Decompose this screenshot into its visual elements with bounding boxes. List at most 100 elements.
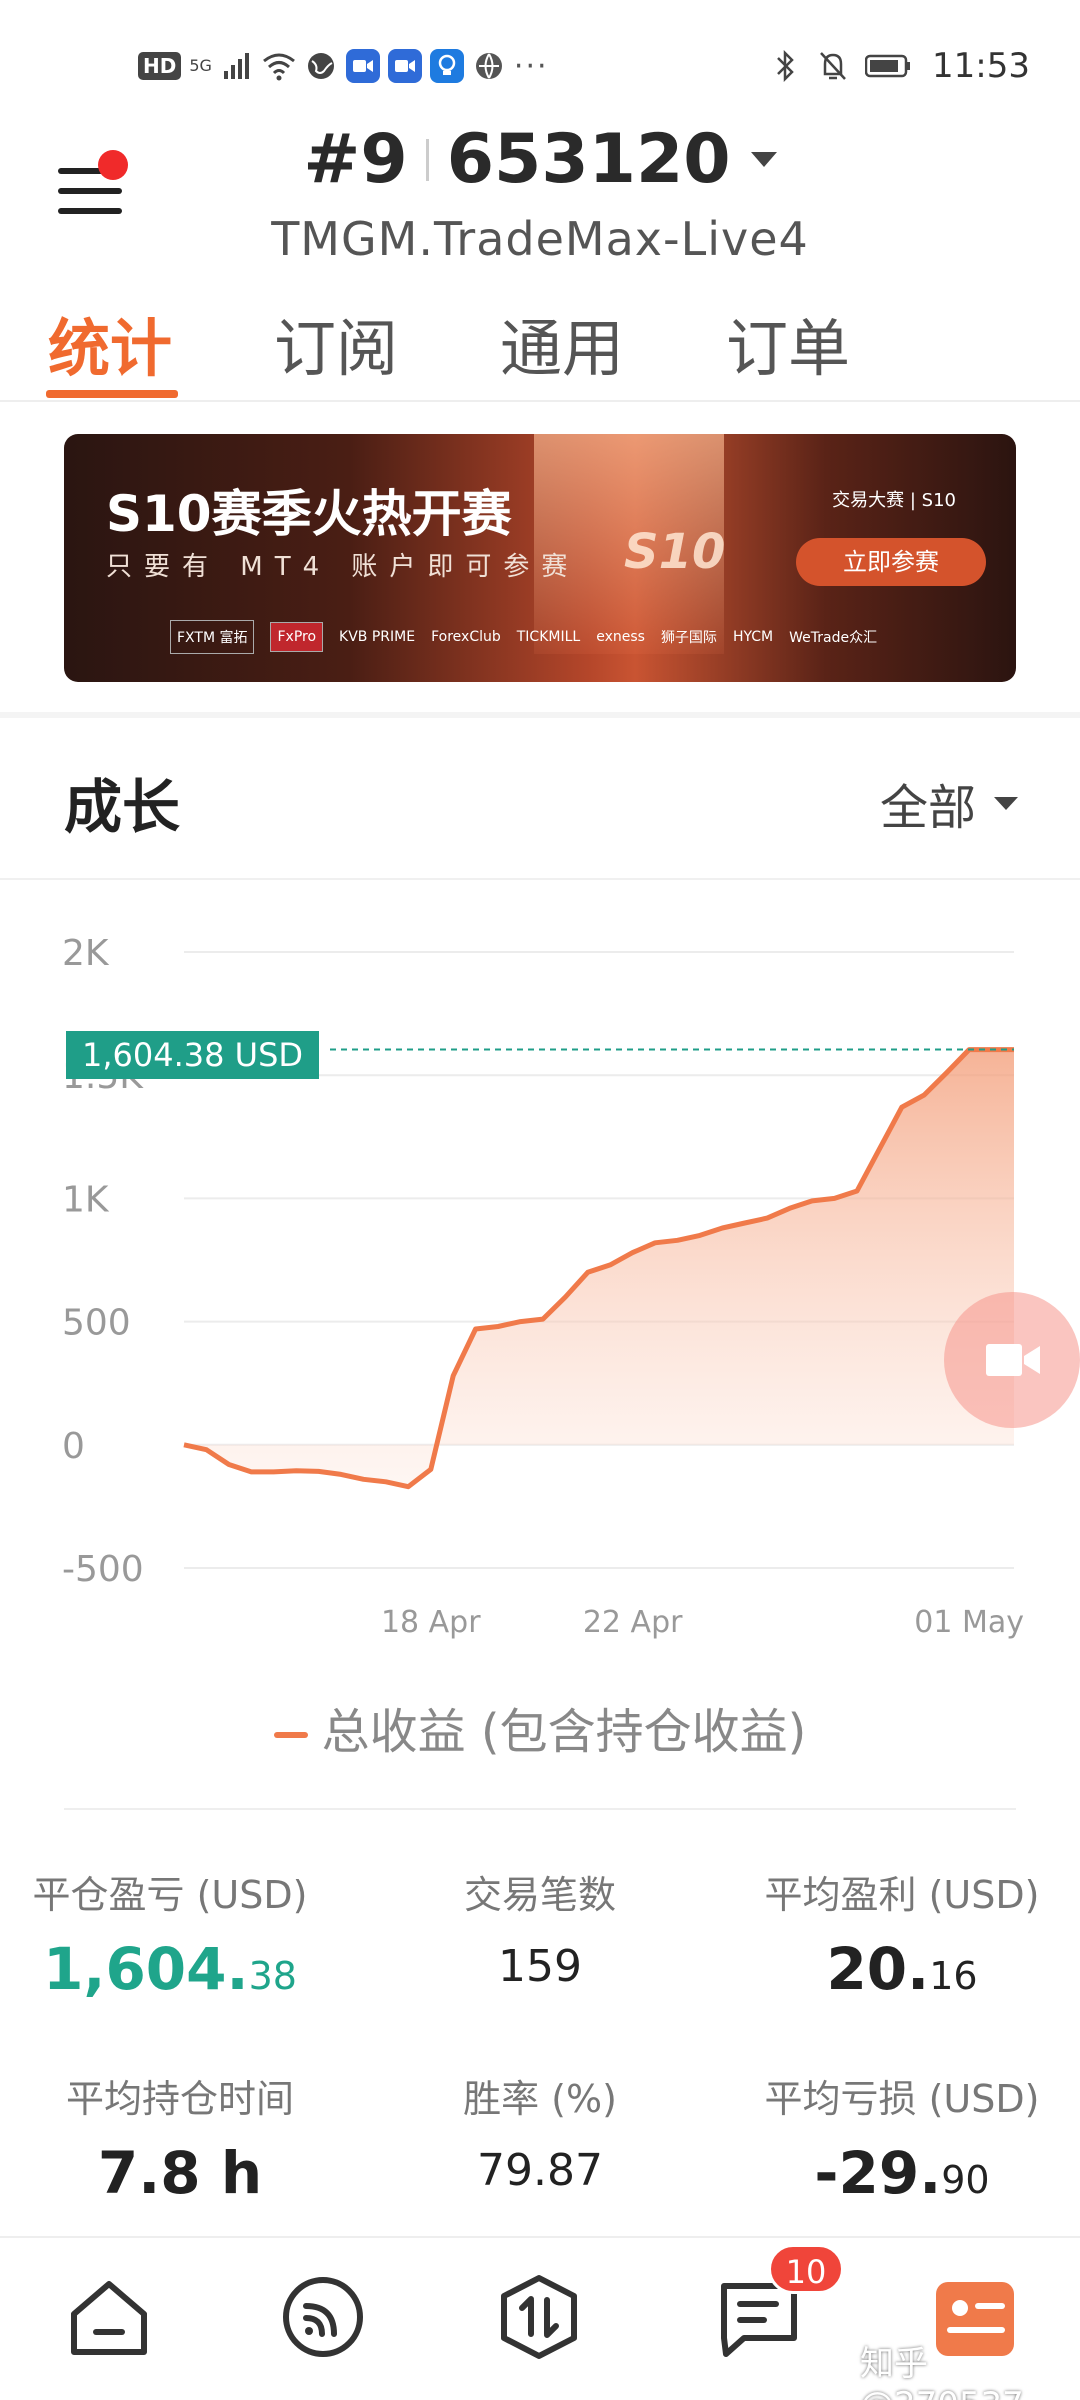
section-divider: [0, 878, 1080, 880]
stat-value-main: 20.: [826, 1935, 930, 2003]
x-tick-label: 01 May: [914, 1605, 1024, 1640]
stat-label: 胜率 (%): [463, 2077, 617, 2121]
section-divider: [0, 712, 1080, 718]
title-divider: [425, 138, 429, 181]
stat-label: 平均亏损 (USD): [764, 2077, 1040, 2121]
y-tick-label: 500: [62, 1303, 131, 1344]
account-number: #9: [303, 120, 408, 199]
wifi-icon: [262, 49, 296, 83]
trade-icon: [501, 2275, 577, 2359]
chart-legend[interactable]: 总收益 (包含持仓收益): [0, 1692, 1080, 1762]
signal-feed-icon: [283, 2277, 363, 2357]
more-notifications: ···: [513, 48, 549, 84]
nav-signals[interactable]: [278, 2272, 368, 2362]
stat-label: 平均盈利 (USD): [764, 1873, 1040, 1917]
tab-bar: 统计 订阅 通用 订单: [0, 290, 1080, 402]
account-id: 653120: [446, 120, 731, 199]
banner-emblem: S10: [624, 524, 726, 580]
current-value-tag: 1,604.38 USD: [66, 1031, 320, 1079]
stat-value-main: 1,604.: [43, 1935, 249, 2003]
sponsor-logo: HYCM: [732, 629, 774, 645]
dropdown-caret-icon: [750, 152, 777, 167]
stat-value-main: 79.87: [477, 2145, 603, 2196]
range-filter-dropdown[interactable]: 全部: [880, 768, 1018, 838]
growth-chart[interactable]: 2K1.5K1K5000-50018 Apr22 Apr01 May 1,604…: [0, 900, 1080, 1640]
sponsor-logo: WeTrade众汇: [789, 630, 878, 646]
stat-avg-profit: 平均盈利 (USD) 20.16: [752, 1864, 1052, 2003]
x-tick-label: 22 Apr: [583, 1605, 683, 1640]
growth-title: 成长: [64, 773, 181, 841]
nav-trade[interactable]: [494, 2272, 584, 2362]
nav-home[interactable]: [64, 2272, 154, 2362]
home-icon: [71, 2281, 147, 2355]
stat-avg-hold-time: 平均持仓时间 7.8 h: [30, 2068, 330, 2207]
tab-general[interactable]: 通用: [500, 298, 624, 388]
y-tick-label: 0: [62, 1426, 85, 1467]
stat-label: 平仓盈亏 (USD): [32, 1873, 308, 1917]
banner-subtitle: 只要有 MT4 账户即可参赛: [106, 552, 580, 582]
server-name: TMGM.TradeMax-Live4: [271, 212, 809, 266]
range-filter-label: 全部: [879, 780, 976, 836]
banner-brand: 交易大赛 | S10: [832, 490, 956, 511]
stat-value: -29.90: [752, 2139, 1052, 2207]
stat-value-decimal: 38: [248, 1954, 297, 1998]
y-tick-label: 1K: [62, 1179, 110, 1220]
stat-trade-count: 交易笔数 159: [390, 1864, 690, 1992]
sponsor-logo: ForexClub: [431, 629, 501, 645]
active-tab-indicator: [46, 390, 178, 398]
hd-badge: HD: [138, 52, 182, 80]
sponsor-logo: TICKMILL: [516, 629, 581, 645]
status-bar: HD 5G ··· 11:53: [0, 0, 1080, 130]
clock-time: 11:53: [932, 46, 1030, 86]
stat-closed-pnl: 平仓盈亏 (USD) 1,604.38: [20, 1864, 320, 2003]
tab-subscribe[interactable]: 订阅: [274, 298, 398, 388]
video-call-button[interactable]: [944, 1292, 1080, 1428]
y-tick-label: -500: [62, 1549, 144, 1590]
legend-label: 总收益 (包含持仓收益): [321, 1704, 807, 1760]
stat-label: 平均持仓时间: [65, 2077, 294, 2121]
video-app-icon: [387, 49, 422, 83]
growth-chart-svg: 2K1.5K1K5000-50018 Apr22 Apr01 May: [62, 933, 1024, 1640]
watermark-text: 知乎 @270537: [860, 2344, 1024, 2400]
bluetooth-icon: [768, 49, 802, 83]
banner-title: S10赛季火热开赛: [106, 485, 512, 543]
join-contest-button[interactable]: 立即参赛: [796, 538, 986, 586]
lightbulb-app-icon: [429, 49, 464, 83]
tab-statistics[interactable]: 统计: [48, 298, 172, 388]
stat-value-main: 159: [498, 1941, 582, 1992]
sponsor-logo: KVB PRIME: [339, 629, 416, 645]
sponsor-logo: exness: [596, 629, 645, 645]
promo-banner[interactable]: S10赛季火热开赛 只要有 MT4 账户即可参赛 S10 交易大赛 | S10 …: [64, 434, 1016, 682]
sponsor-logo: 狮子国际: [660, 630, 717, 646]
stat-label: 交易笔数: [463, 1873, 616, 1917]
meeting-app-icon: [345, 49, 380, 83]
stat-value: 159: [390, 1941, 690, 1992]
stat-value-main: 7.8 h: [97, 2139, 263, 2207]
account-selector[interactable]: #9 653120: [0, 120, 1080, 199]
globe-icon: [304, 49, 338, 83]
stat-value: 1,604.38: [20, 1935, 320, 2003]
browser-icon: [472, 49, 506, 83]
sponsor-logo: FxPro: [270, 622, 324, 652]
stat-avg-loss: 平均亏损 (USD) -29.90: [752, 2068, 1052, 2207]
y-tick-label: 2K: [62, 933, 110, 974]
sponsor-logos: FXTM 富拓 FxPro KVB PRIME ForexClub TICKMI…: [170, 620, 877, 654]
section-divider: [64, 1808, 1016, 1810]
battery-icon: [864, 49, 912, 83]
tab-orders[interactable]: 订单: [726, 298, 850, 388]
stat-value: 79.87: [390, 2145, 690, 2196]
mute-bell-icon: [816, 49, 850, 83]
stat-value: 7.8 h: [30, 2139, 330, 2207]
signal-icon: [220, 49, 254, 83]
stat-value-decimal: 16: [929, 1954, 978, 1998]
network-type: 5G: [189, 56, 212, 75]
messages-unread-badge: 10: [768, 2244, 844, 2294]
sponsor-logo: FXTM 富拓: [170, 620, 255, 654]
video-camera-icon: [986, 1344, 1040, 1376]
stat-value-decimal: 90: [941, 2158, 990, 2202]
dropdown-caret-icon: [994, 796, 1018, 810]
x-tick-label: 18 Apr: [381, 1605, 481, 1640]
stat-value: 20.16: [752, 1935, 1052, 2003]
legend-swatch: [273, 1732, 308, 1738]
stat-win-rate: 胜率 (%) 79.87: [390, 2068, 690, 2196]
